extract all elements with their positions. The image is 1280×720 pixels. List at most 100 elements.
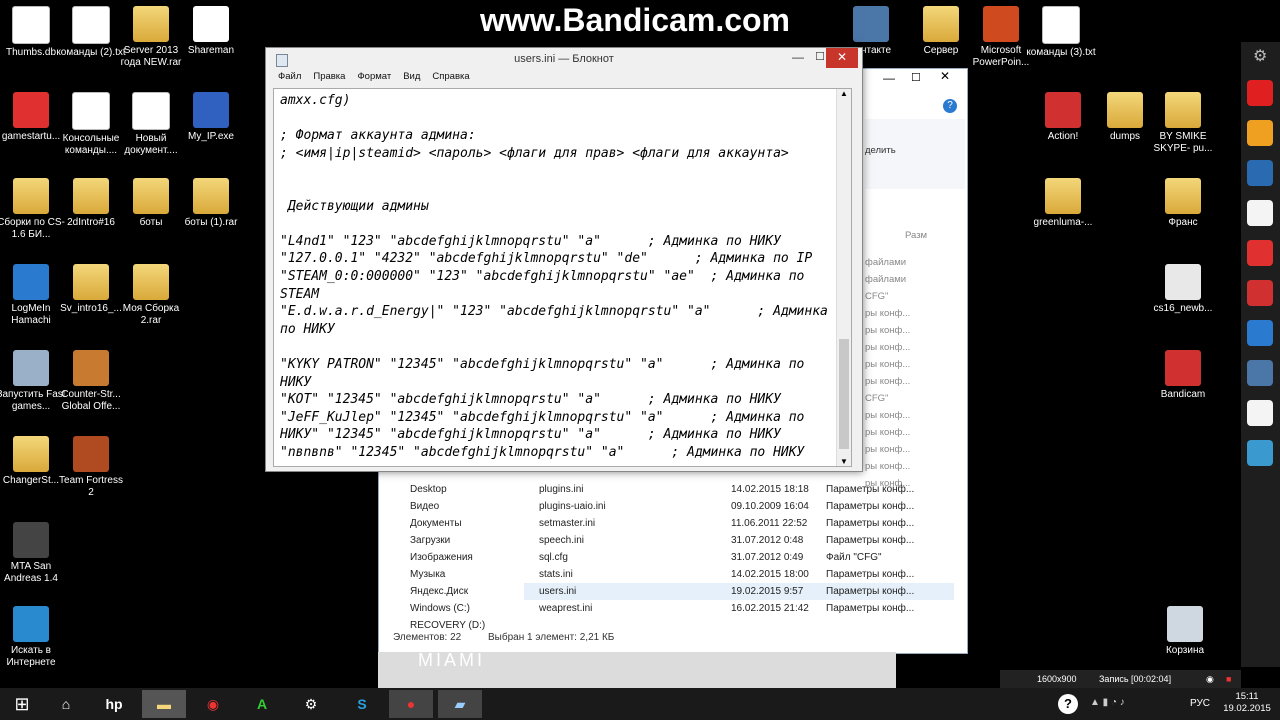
folder-icon	[923, 6, 959, 42]
text-line	[280, 162, 838, 180]
file-row[interactable]: plugins-uaio.ini 09.10.2009 16:04 Параметр…	[524, 498, 954, 515]
sidebar-app-icon[interactable]	[1247, 320, 1273, 346]
skype-icon[interactable]: S	[340, 690, 384, 718]
folder-icon	[1165, 92, 1201, 128]
desktop-icon[interactable]: Team Fortress 2	[56, 436, 126, 499]
language-indicator[interactable]: РУС	[1190, 698, 1210, 709]
tray-icons[interactable]: ▲ ▮ ◔ ♪	[1090, 697, 1125, 708]
explorer-delete-label[interactable]: делить	[865, 145, 896, 156]
sidebar-app-icon[interactable]	[1247, 80, 1273, 106]
scroll-down-arrow[interactable]: ▼	[840, 457, 848, 466]
sidebar-app-icon[interactable]	[1247, 400, 1273, 426]
explorer-minimize-button[interactable]: —	[883, 71, 895, 85]
file-row[interactable]: plugins.ini 14.02.2015 18:18 Параметры кон…	[524, 481, 954, 498]
desktop-icon-label: greenluma-...	[1033, 217, 1093, 228]
sidebar-app-icon[interactable]	[1247, 440, 1273, 466]
text-line: "KOT" "12345" "abcdefghijklmnopqrstu" "a…	[280, 392, 781, 408]
scrollbar-thumb[interactable]	[839, 339, 849, 449]
desktop-icon-label: команды (3).txt	[1026, 47, 1096, 58]
file-row[interactable]: users.ini 19.02.2015 9:57 Параметры конф..…	[524, 583, 954, 600]
sidebar-app-icon[interactable]	[1247, 160, 1273, 186]
notepad-close-button[interactable]: ✕	[826, 48, 858, 68]
sidebar-app-icon[interactable]	[1247, 120, 1273, 146]
scroll-up-arrow[interactable]: ▲	[840, 89, 848, 98]
file-type: Параметры конф...	[826, 484, 915, 495]
clock[interactable]: 15:11 19.02.2015	[1222, 691, 1272, 715]
desktop-icon[interactable]: BY SMIKE SKYPE- pu...	[1148, 92, 1218, 155]
desktop-icon[interactable]: Франс	[1148, 178, 1218, 229]
explorer-help-icon[interactable]: ?	[943, 99, 957, 113]
desktop-icon[interactable]: Bandicam	[1148, 350, 1218, 401]
menu-format[interactable]: Формат	[357, 71, 391, 82]
desktop-icon[interactable]: Counter-Str... Global Offe...	[56, 350, 126, 413]
notepad-app-icon	[276, 54, 288, 67]
nav-tree-item[interactable]: Музыка	[385, 566, 495, 583]
bandicam-icon[interactable]: ●	[389, 690, 433, 718]
menu-file[interactable]: Файл	[278, 71, 301, 82]
desktop-icon[interactable]: MTA San Andreas 1.4	[0, 522, 66, 585]
notepad-taskbar-icon[interactable]: ▰	[438, 690, 482, 718]
camera-icon[interactable]: ◉	[1206, 670, 1214, 688]
right-column-cell: CFG"	[865, 393, 889, 404]
right-column-cell: ры конф...	[865, 325, 911, 336]
record-stop-icon[interactable]: ■	[1226, 670, 1231, 688]
desktop-icon[interactable]: My_IP.exe	[176, 92, 246, 143]
notepad-text[interactable]: amxx.cfg) ; Формат аккаунта админа:; <им…	[280, 92, 838, 461]
explorer-close-button[interactable]: ✕	[925, 69, 965, 85]
desktop-icon[interactable]: команды (3).txt	[1026, 6, 1096, 59]
desktop-icon[interactable]: боты (1).rar	[176, 178, 246, 229]
hp-icon[interactable]: hp	[92, 690, 136, 718]
file-explorer-icon[interactable]: ▬	[142, 690, 186, 718]
desktop-icon[interactable]: Shareman	[176, 6, 246, 57]
menu-help[interactable]: Справка	[432, 71, 469, 82]
file-row[interactable]: sql.cfg 31.07.2012 0:49 Файл "CFG"	[524, 549, 954, 566]
file-row[interactable]: speech.ini 31.07.2012 0:48 Параметры конф.…	[524, 532, 954, 549]
nav-tree-item[interactable]: Загрузки	[385, 532, 495, 549]
file-row[interactable]: stats.ini 14.02.2015 18:00 Параметры конф.…	[524, 566, 954, 583]
folder-icon	[1045, 178, 1081, 214]
app-icon	[193, 92, 229, 128]
document-icon	[12, 6, 50, 44]
menu-view[interactable]: Вид	[403, 71, 420, 82]
desktop-icon[interactable]: Моя Сборка 2.rar	[116, 264, 186, 327]
file-row[interactable]: setmaster.ini 11.06.2011 22:52 Параметры к…	[524, 515, 954, 532]
nav-tree-item[interactable]: Видео	[385, 498, 495, 515]
home-icon[interactable]: ⌂	[44, 690, 88, 718]
desktop-icon[interactable]: Искать в Интернете	[0, 606, 66, 669]
file-date: 09.10.2009 16:04	[731, 501, 809, 512]
menu-edit[interactable]: Правка	[313, 71, 345, 82]
nav-tree-item[interactable]: Документы	[385, 515, 495, 532]
clock-date: 19.02.2015	[1223, 703, 1271, 714]
nav-tree-item[interactable]: Изображения	[385, 549, 495, 566]
sidebar-gear-icon[interactable]: ⚙	[1253, 46, 1267, 66]
sidebar-app-icon[interactable]	[1247, 200, 1273, 226]
nav-tree-item[interactable]: Desktop	[385, 481, 495, 498]
explorer-maximize-button[interactable]: ☐	[911, 71, 921, 84]
text-line	[280, 180, 838, 198]
desktop-icon[interactable]: greenluma-...	[1028, 178, 1098, 229]
file-row[interactable]: weaprest.ini 16.02.2015 21:42 Параметры ко…	[524, 600, 954, 617]
nav-tree-item[interactable]: Windows (C:)	[385, 600, 495, 617]
green-a-icon[interactable]: A	[240, 690, 284, 718]
notepad-text-area[interactable]: amxx.cfg) ; Формат аккаунта админа:; <им…	[273, 88, 852, 467]
desktop-icon[interactable]: Action!	[1028, 92, 1098, 143]
steam-icon[interactable]: ⚙	[289, 690, 333, 718]
start-button[interactable]: ⊞	[0, 690, 44, 718]
sidebar-app-icon[interactable]	[1247, 360, 1273, 386]
help-icon[interactable]: ?	[1058, 694, 1078, 714]
folder-icon	[133, 264, 169, 300]
text-line: "nвnвnв" "12345" "abcdefghijklmnopqrstu"…	[280, 444, 805, 460]
desktop-icon[interactable]: Корзина	[1150, 606, 1220, 657]
notepad-scrollbar[interactable]: ▲ ▼	[836, 89, 851, 466]
sidebar-app-icon[interactable]	[1247, 280, 1273, 306]
clock-time: 15:11	[1235, 691, 1259, 702]
document-icon	[1042, 6, 1080, 44]
explorer-file-list: plugins.ini 14.02.2015 18:18 Параметры кон…	[524, 481, 954, 617]
chrome-icon[interactable]: ◉	[191, 690, 235, 718]
desktop-icon-label: Shareman	[187, 45, 235, 56]
text-line: "STEAM_0:0:000000" "123" "abcdefghijklmn…	[280, 268, 805, 284]
folder-icon	[1107, 92, 1143, 128]
nav-tree-item[interactable]: Яндекс.Диск	[385, 583, 495, 600]
sidebar-app-icon[interactable]	[1247, 240, 1273, 266]
desktop-icon[interactable]: cs16_newb...	[1148, 264, 1218, 315]
